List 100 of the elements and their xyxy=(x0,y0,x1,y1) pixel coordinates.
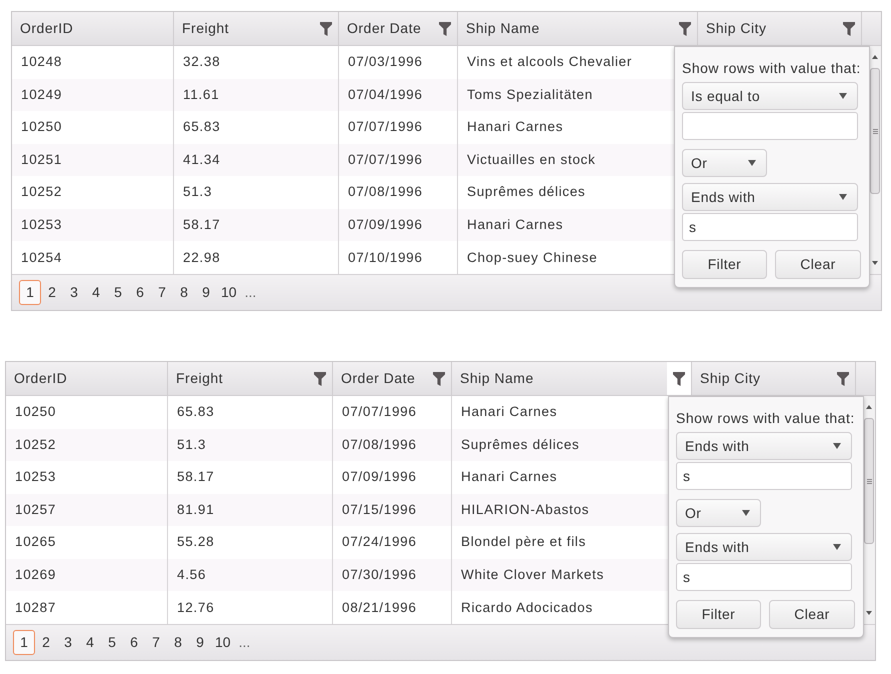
table-cell-text: 55.28 xyxy=(177,533,214,552)
table-cell-text: 07/07/1996 xyxy=(348,118,423,136)
operator-dropdown[interactable]: Ends with xyxy=(682,183,858,211)
page-link[interactable]: 8 xyxy=(167,630,189,655)
filter-value-field[interactable] xyxy=(682,112,858,140)
page-link[interactable]: 8 xyxy=(173,280,195,305)
operator-dropdown[interactable]: Ends with xyxy=(676,432,852,460)
column-filter-button[interactable] xyxy=(433,372,445,386)
page-link[interactable]: 2 xyxy=(41,280,63,305)
scroll-up-icon[interactable] xyxy=(866,405,872,409)
caret-icon xyxy=(833,443,841,449)
filter-value-field[interactable]: s xyxy=(682,213,858,241)
column-filter-button[interactable] xyxy=(439,22,451,36)
column-filter-button[interactable] xyxy=(679,22,691,36)
operator-dropdown[interactable]: Ends with xyxy=(676,533,852,561)
filter-icon xyxy=(439,22,451,36)
apply-filter-button[interactable]: Filter xyxy=(682,250,767,279)
column-header[interactable]: Ship City xyxy=(706,18,767,39)
vertical-scrollbar[interactable] xyxy=(863,396,875,624)
page-link[interactable]: 9 xyxy=(189,630,211,655)
table-cell-text: 22.98 xyxy=(183,248,220,267)
table-cell-text: 12.76 xyxy=(177,598,214,617)
table-cell-text: 10250 xyxy=(15,403,56,422)
column-header[interactable]: OrderID xyxy=(14,368,68,389)
more-pages-link[interactable]: ... xyxy=(244,280,256,305)
scroll-down-icon[interactable] xyxy=(866,611,872,615)
table-cell-text: Hanari Carnes xyxy=(467,118,564,136)
table-cell-text: Hanari Carnes xyxy=(461,403,558,422)
page-link[interactable]: 1 xyxy=(19,280,41,305)
clear-filter-button[interactable]: Clear xyxy=(769,600,855,629)
table-cell-text: 65.83 xyxy=(183,118,220,136)
logic-dropdown[interactable]: Or xyxy=(682,149,767,177)
table-cell-text: 07/09/1996 xyxy=(348,216,423,234)
page-link[interactable]: 9 xyxy=(195,280,217,305)
column-header[interactable]: Ship Name xyxy=(466,18,540,39)
table-cell-text: 81.91 xyxy=(177,500,214,519)
table-cell-text: White Clover Markets xyxy=(461,566,604,584)
scrollbar-thumb[interactable] xyxy=(864,418,874,544)
table-cell-text: 51.3 xyxy=(177,436,206,454)
page-link[interactable]: 1 xyxy=(13,630,35,655)
table-cell-text: 07/07/1996 xyxy=(348,150,423,169)
page-link[interactable]: 10 xyxy=(211,630,235,655)
filter-icon xyxy=(837,372,849,386)
page-link[interactable]: 7 xyxy=(151,280,173,305)
column-filter-button[interactable] xyxy=(320,22,332,36)
column-header[interactable]: Ship City xyxy=(700,368,761,389)
filter-icon xyxy=(314,372,326,386)
table-cell-text: 32.38 xyxy=(183,53,220,72)
column-filter-button[interactable] xyxy=(667,362,691,395)
table-cell-text: 10253 xyxy=(21,216,62,234)
table-cell-text: 10251 xyxy=(21,150,62,169)
page-link[interactable]: 3 xyxy=(57,630,79,655)
filter-icon xyxy=(679,22,691,36)
column-header[interactable]: Order Date xyxy=(347,18,422,39)
filter-icon xyxy=(320,22,332,36)
column-header[interactable]: Ship Name xyxy=(460,368,534,389)
logic-dropdown[interactable]: Or xyxy=(676,499,761,527)
column-header[interactable]: Freight xyxy=(182,18,230,39)
table-cell-text: 07/15/1996 xyxy=(342,500,417,519)
table-cell-text: 10265 xyxy=(15,533,56,552)
more-pages-link[interactable]: ... xyxy=(238,630,250,655)
column-header[interactable]: OrderID xyxy=(20,18,74,39)
table-cell-text: 07/08/1996 xyxy=(342,436,417,454)
vertical-scrollbar[interactable] xyxy=(869,46,881,274)
filter-value-field[interactable]: s xyxy=(676,462,852,490)
column-filter-button[interactable] xyxy=(314,372,326,386)
page-link[interactable]: 6 xyxy=(123,630,145,655)
page-link[interactable]: 10 xyxy=(217,280,241,305)
table-cell-text: 07/04/1996 xyxy=(348,86,423,104)
table-cell-text: Suprêmes délices xyxy=(461,436,580,454)
page-link[interactable]: 4 xyxy=(85,280,107,305)
scroll-up-icon[interactable] xyxy=(872,55,878,59)
grip-icon xyxy=(872,128,878,134)
apply-filter-button[interactable]: Filter xyxy=(676,600,761,629)
table-cell-text: 07/08/1996 xyxy=(348,183,423,202)
page-link[interactable]: 3 xyxy=(63,280,85,305)
page-link[interactable]: 5 xyxy=(101,630,123,655)
page-link[interactable]: 4 xyxy=(79,630,101,655)
clear-filter-button[interactable]: Clear xyxy=(775,250,861,279)
page-link[interactable]: 6 xyxy=(129,280,151,305)
table-cell-text: 41.34 xyxy=(183,150,220,169)
operator-dropdown[interactable]: Is equal to xyxy=(682,82,858,110)
scrollbar-thumb[interactable] xyxy=(870,68,880,194)
column-filter-button[interactable] xyxy=(837,372,849,386)
table-cell-text: 51.3 xyxy=(183,183,212,202)
column-header[interactable]: Freight xyxy=(176,368,224,389)
filter-value-field[interactable]: s xyxy=(676,563,852,591)
scroll-down-icon[interactable] xyxy=(872,261,878,265)
table-cell-text: Chop-suey Chinese xyxy=(467,248,598,267)
page-link[interactable]: 7 xyxy=(145,630,167,655)
caret-icon xyxy=(839,194,847,200)
column-filter-button[interactable] xyxy=(843,22,855,36)
table-cell-text: 07/30/1996 xyxy=(342,566,417,584)
page-link[interactable]: 2 xyxy=(35,630,57,655)
table-cell-text: 10253 xyxy=(15,468,56,486)
table-cell-text: 10269 xyxy=(15,566,56,584)
column-header[interactable]: Order Date xyxy=(341,368,416,389)
page-link[interactable]: 5 xyxy=(107,280,129,305)
table-cell-text: 07/03/1996 xyxy=(348,53,423,72)
caret-icon xyxy=(742,510,750,516)
